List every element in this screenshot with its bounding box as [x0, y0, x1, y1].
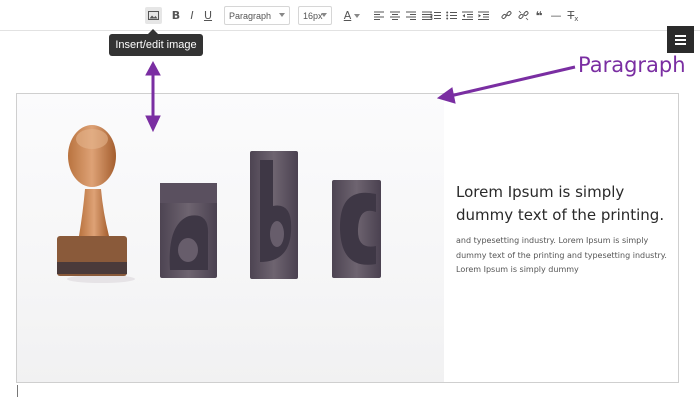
- annotation-arrows: [145, 60, 576, 133]
- double-arrow-icon: [145, 60, 161, 133]
- arrow-icon: [436, 65, 576, 104]
